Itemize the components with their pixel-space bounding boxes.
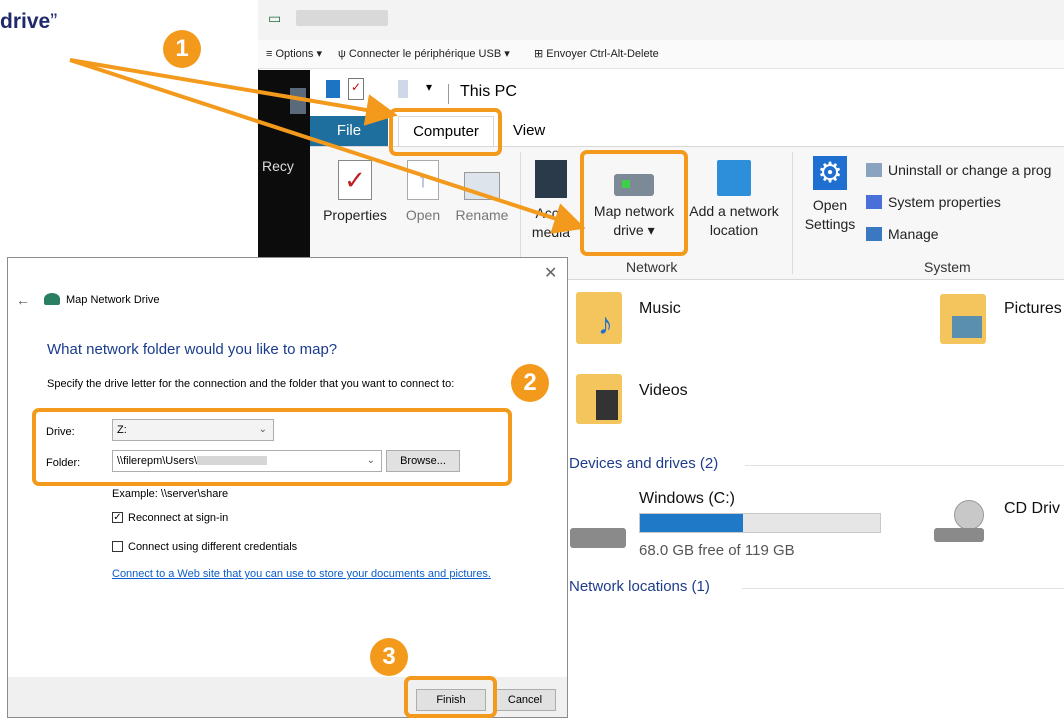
step-badge-3: 3 (370, 638, 408, 676)
highlight-map-drive (580, 150, 688, 256)
highlight-computer-tab (389, 108, 502, 156)
highlight-drive-folder (32, 408, 512, 486)
step-badge-1: 1 (163, 30, 201, 68)
highlight-finish (404, 676, 497, 718)
step-badge-2: 2 (511, 364, 549, 402)
arrow-to-computer-tab (69, 58, 398, 126)
annotation-arrows (69, 58, 586, 234)
